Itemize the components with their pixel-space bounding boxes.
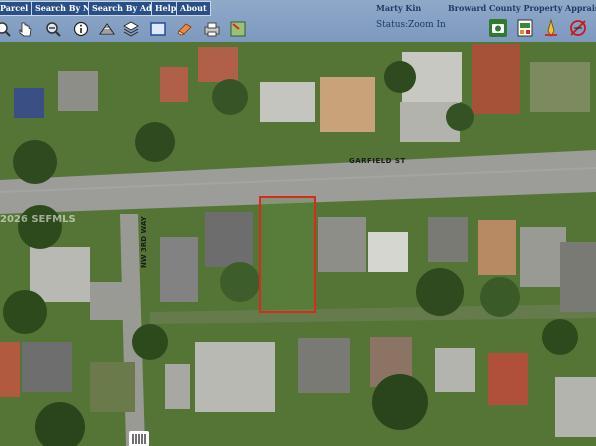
street-label-side: NW 3RD WAY	[140, 216, 148, 268]
zoom-in-icon[interactable]	[0, 20, 12, 38]
toolbar-header: Parcel Id Search By Name Search By Addre…	[0, 0, 596, 42]
street-label-main: GARFIELD ST	[349, 157, 406, 165]
layers-icon[interactable]	[122, 20, 140, 38]
aerial-map	[0, 42, 596, 446]
info-icon[interactable]	[72, 20, 90, 38]
zoom-out-icon[interactable]	[44, 20, 62, 38]
clear-icon[interactable]	[568, 18, 588, 38]
mls-watermark: 2026 SEFMLS	[0, 214, 76, 225]
measure-icon[interactable]	[541, 18, 561, 38]
user-name: Marty Kin	[376, 3, 422, 13]
print-icon[interactable]	[203, 20, 221, 38]
status-value: Zoom In	[408, 20, 446, 30]
barcode-icon	[129, 431, 149, 446]
export-icon[interactable]	[515, 18, 535, 38]
status-label: Status:	[376, 20, 409, 30]
organization-name: Broward County Property Apprais	[448, 3, 596, 13]
pan-icon[interactable]	[17, 20, 35, 38]
camera-icon[interactable]	[488, 18, 508, 38]
parcel-icon[interactable]	[98, 20, 116, 38]
select-map-icon[interactable]	[229, 20, 247, 38]
map-viewport[interactable]: GARFIELD ST NW 3RD WAY 2026 SEFMLS	[0, 42, 596, 446]
eraser-icon[interactable]	[176, 20, 194, 38]
nav-about-button[interactable]: About	[176, 1, 211, 16]
selected-parcel-outline[interactable]	[259, 196, 316, 313]
full-extent-icon[interactable]	[149, 20, 167, 38]
